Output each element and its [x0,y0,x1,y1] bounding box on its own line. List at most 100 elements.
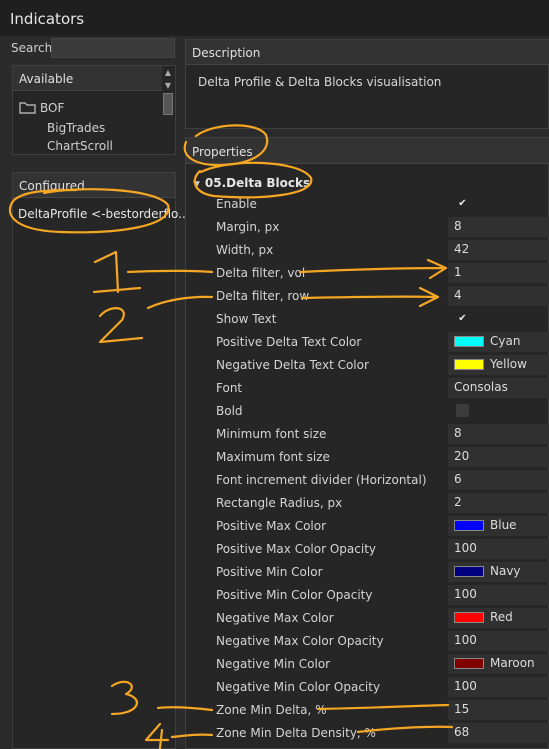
property-name: Enable [216,197,257,211]
property-value-field[interactable]: 100 [448,631,549,651]
property-row[interactable]: Positive Max Color Opacity 100 [186,538,549,561]
property-row[interactable]: Font increment divider (Horizontal) 6 [186,469,549,492]
properties-header: Properties [186,138,549,164]
property-row[interactable]: Font Consolas [186,377,549,400]
property-value-field[interactable]: 1 [448,263,549,283]
color-name: Maroon [490,656,535,670]
description-header: Description [186,40,549,65]
property-color-picker[interactable]: Red [448,608,549,628]
property-color-picker[interactable]: Yellow [448,355,549,375]
property-value: 100 [454,679,477,693]
property-name: Positive Max Color [216,519,327,533]
property-name: Positive Min Color [216,565,323,579]
property-value-field[interactable]: 8 [448,217,549,237]
property-value: 15 [454,702,470,716]
property-value-field[interactable]: 8 [448,424,549,444]
color-name: Yellow [490,357,527,371]
property-name: Bold [216,404,243,418]
property-name: Positive Min Color Opacity [216,588,373,602]
scroll-down-icon[interactable]: ▼ [162,80,174,92]
property-value-field[interactable]: 2 [448,493,549,513]
color-swatch [454,359,484,370]
checkmark-icon[interactable]: ✔ [456,312,469,325]
property-value-field[interactable]: 4 [448,286,549,306]
color-swatch [454,658,484,669]
property-row[interactable]: Positive Min Color Opacity 100 [186,584,549,607]
property-value: 100 [454,541,477,555]
property-color-picker[interactable]: Cyan [448,332,549,352]
property-name: Maximum font size [216,450,330,464]
property-value-field[interactable]: 42 [448,240,549,260]
property-color-picker[interactable]: Blue [448,516,549,536]
property-row[interactable]: Delta filter, row 4 [186,285,549,308]
search-label: Search [11,41,53,55]
tree-item-bigtrades[interactable]: BigTrades [47,121,105,135]
property-value: 1 [454,265,462,279]
property-checkbox[interactable]: ✔ [448,309,549,329]
color-swatch [454,566,484,577]
property-value: 68 [454,725,470,739]
tree-item-bof[interactable]: BOF [19,101,64,115]
property-name: Delta filter, row [216,289,310,303]
property-name: Negative Max Color Opacity [216,634,384,648]
color-name: Navy [490,564,521,578]
property-row[interactable]: Rectangle Radius, px 2 [186,492,549,515]
scroll-up-icon[interactable]: ▲ [162,67,174,79]
property-row[interactable]: Positive Min Color Navy [186,561,549,584]
property-checkbox[interactable]: ✔ [448,194,549,214]
property-color-picker[interactable]: Navy [448,562,549,582]
property-name: Rectangle Radius, px [216,496,343,510]
property-name: Font [216,381,243,395]
property-row[interactable]: Zone Min Delta, % 15 [186,699,549,722]
property-name: Zone Min Delta, % [216,703,327,717]
property-row[interactable]: Positive Delta Text Color Cyan [186,331,549,354]
property-row[interactable]: Enable ✔ [186,193,549,216]
property-row[interactable]: Bold [186,400,549,423]
color-name: Red [490,610,513,624]
checkmark-icon[interactable]: ✔ [456,197,469,210]
property-value-field[interactable]: 20 [448,447,549,467]
property-row[interactable]: Zone Min Delta Density, % 68 [186,722,549,745]
property-value-field[interactable]: Consolas [448,378,549,398]
property-value-field[interactable]: 100 [448,585,549,605]
property-name: Delta filter, vol [216,266,306,280]
window-title: Indicators [10,10,85,28]
property-row[interactable]: Width, px 42 [186,239,549,262]
property-checkbox[interactable] [448,401,549,421]
property-group-delta-blocks[interactable]: ▼ 05.Delta Blocks [193,176,310,190]
window-titlebar: Indicators [0,0,549,36]
tree-item-label: BOF [40,101,65,115]
property-value: 42 [454,242,470,256]
property-row[interactable]: Show Text ✔ [186,308,549,331]
configured-item-deltaprofile[interactable]: DeltaProfile <-bestorderflo... [18,207,190,221]
property-value-field[interactable]: 100 [448,539,549,559]
color-swatch [454,612,484,623]
collapse-arrow-icon: ▼ [193,180,200,190]
property-value-field[interactable]: 6 [448,470,549,490]
property-row[interactable]: Negative Max Color Red [186,607,549,630]
property-value: 8 [454,426,462,440]
property-row[interactable]: Maximum font size 20 [186,446,549,469]
property-value: 20 [454,449,470,463]
property-row[interactable]: Positive Max Color Blue [186,515,549,538]
property-row[interactable]: Negative Min Color Opacity 100 [186,676,549,699]
property-row[interactable]: Delta filter, vol 1 [186,262,549,285]
property-row[interactable]: Margin, px 8 [186,216,549,239]
property-row[interactable]: Negative Delta Text Color Yellow [186,354,549,377]
available-scrollbar-thumb[interactable] [163,93,173,115]
property-name: Margin, px [216,220,280,234]
property-color-picker[interactable]: Maroon [448,654,549,674]
tree-item-chartscroll[interactable]: ChartScroll [47,139,113,153]
search-input[interactable] [51,38,175,58]
property-name: Positive Delta Text Color [216,335,362,349]
property-value-field[interactable]: 15 [448,700,549,720]
property-row[interactable]: Negative Max Color Opacity 100 [186,630,549,653]
property-name: Positive Max Color Opacity [216,542,376,556]
checkbox-empty-icon[interactable] [456,404,469,417]
property-value-field[interactable]: 68 [448,723,549,743]
color-swatch [454,520,484,531]
property-row[interactable]: Negative Min Color Maroon [186,653,549,676]
property-value: 2 [454,495,462,509]
property-row[interactable]: Minimum font size 8 [186,423,549,446]
property-value-field[interactable]: 100 [448,677,549,697]
